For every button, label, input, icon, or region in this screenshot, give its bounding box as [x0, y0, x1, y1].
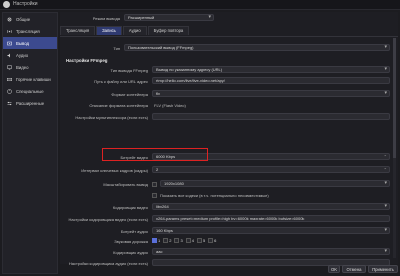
obs-logo-icon: [3, 1, 10, 8]
sidebar-item-general[interactable]: Общие: [3, 13, 57, 25]
show-all-codecs-label: Показать все кодеки (в т.ч. потенциально…: [160, 193, 269, 198]
tab-recording[interactable]: Запись: [96, 26, 122, 35]
keyboard-icon: [7, 77, 12, 81]
field-label: Описание формата контейнера: [89, 103, 148, 108]
file-path-url-input[interactable]: rtmp://hello.com/live/live-video.net/apy…: [152, 77, 390, 84]
audio-bitrate-select[interactable]: 160 Kbps: [152, 227, 390, 234]
sidebar-item-stream[interactable]: Трансляция: [3, 25, 57, 37]
audio-track-1[interactable]: 1: [152, 238, 160, 243]
video-encoder-select[interactable]: libx264: [152, 203, 390, 210]
field-label: Масштабировать вывод: [103, 182, 148, 187]
audio-track-2[interactable]: 2: [163, 238, 171, 243]
field-label: Настройки мультиплексора (если есть): [75, 115, 148, 120]
field-label: Формат контейнера: [111, 92, 148, 97]
sidebar-item-output[interactable]: Вывод: [3, 37, 57, 49]
output-mode-label: Режим вывода: [92, 16, 120, 21]
sidebar-item-label: Трансляция: [16, 28, 40, 34]
field-label: Звуковая дорожка: [114, 239, 148, 244]
sidebar-item-hotkeys[interactable]: Горячие клавиши: [3, 73, 57, 85]
sidebar-item-label: Расширенные: [16, 100, 45, 106]
sidebar-item-label: Аудио: [16, 52, 29, 58]
gear-icon: [7, 17, 12, 21]
keyframe-interval-spinbox[interactable]: 2: [152, 166, 390, 173]
field-label: Кодировщик аудио: [113, 250, 148, 255]
ffmpeg-output-type-select[interactable]: Вывод по указанному адресу (URL): [152, 66, 390, 73]
window-title: Настройки: [13, 1, 38, 7]
track-checkbox[interactable]: [208, 238, 214, 243]
muxer-settings-input[interactable]: [152, 113, 390, 120]
output-tabs: Трансляция Запись Аудио Буфер повтора: [60, 26, 190, 35]
keyframe-interval-highlight: [102, 148, 208, 161]
track-checkbox[interactable]: [185, 238, 191, 243]
tab-audio[interactable]: Аудио: [122, 26, 147, 35]
video-encoder-settings-input[interactable]: x264-params preset=medium profile=high b…: [152, 215, 390, 222]
field-label: Настройки кодировщика аудио (если есть): [68, 261, 148, 266]
audio-track-4[interactable]: 4: [185, 238, 194, 243]
rescale-resolution-select[interactable]: 1920x1080: [160, 180, 390, 187]
output-icon: [7, 41, 12, 45]
recording-type-select[interactable]: Пользовательский вывод (FFmpeg): [124, 44, 390, 51]
show-all-codecs-checkbox[interactable]: [152, 193, 157, 198]
track-checkbox[interactable]: [196, 238, 202, 243]
container-format-select[interactable]: flv: [152, 90, 390, 97]
tab-replay-buffer[interactable]: Буфер повтора: [147, 26, 190, 35]
field-label: Тип вывода FFmpeg: [110, 68, 148, 73]
title-bar: Настройки: [0, 0, 400, 10]
field-label: Кодировщик видео: [112, 205, 148, 210]
settings-sidebar: Общие Трансляция Вывод Аудио Видео Горяч…: [2, 12, 58, 274]
container-format-description: FLV (Flash Video): [154, 103, 186, 108]
audio-track-checkboxes: 1 2 3 4 5 6: [152, 238, 216, 243]
type-label: Тип: [113, 46, 120, 51]
sidebar-item-accessibility[interactable]: Специальные: [3, 85, 57, 97]
ok-button[interactable]: OK: [328, 265, 340, 273]
audio-track-6[interactable]: 6: [208, 238, 216, 243]
speaker-icon: [7, 53, 10, 57]
sidebar-item-label: Общие: [16, 16, 31, 22]
scrollbar-thumb[interactable]: [393, 38, 396, 158]
audio-encoder-select[interactable]: aac: [152, 248, 390, 255]
cancel-button[interactable]: Отмена: [342, 265, 366, 273]
sidebar-item-label: Специальные: [16, 88, 44, 94]
sidebar-item-label: Горячие клавиши: [16, 76, 51, 82]
output-settings-panel: Режим вывода Расширенный Трансляция Запи…: [60, 12, 398, 266]
field-label: Интервал ключевых кадров (кадры): [81, 168, 148, 173]
broadcast-icon: [7, 29, 12, 33]
audio-track-5[interactable]: 5: [196, 238, 205, 243]
track-checkbox[interactable]: [152, 238, 157, 243]
ffmpeg-section-title: Настройки FFmpeg: [66, 58, 108, 63]
sidebar-item-audio[interactable]: Аудио: [3, 49, 57, 61]
sidebar-item-label: Вывод: [16, 40, 29, 46]
apply-button[interactable]: Применить: [368, 265, 398, 273]
sidebar-item-video[interactable]: Видео: [3, 61, 57, 73]
advanced-icon: [7, 101, 12, 105]
sidebar-item-label: Видео: [16, 64, 29, 70]
audio-track-3[interactable]: 3: [174, 238, 183, 243]
rescale-output-checkbox[interactable]: [152, 182, 157, 187]
field-label: Путь к файлу или URL адрес: [94, 79, 148, 84]
track-checkbox[interactable]: [163, 238, 169, 243]
sidebar-item-advanced[interactable]: Расширенные: [3, 97, 57, 109]
tab-streaming[interactable]: Трансляция: [60, 26, 96, 35]
monitor-icon: [7, 65, 12, 69]
settings-window: Настройки Общие Трансляция Вывод Аудио В…: [0, 0, 400, 276]
field-label: Битрейт аудио: [120, 229, 148, 234]
field-label: Настройки кодировщика видео (если есть): [68, 217, 148, 222]
accessibility-icon: [7, 88, 12, 94]
output-mode-select[interactable]: Расширенный: [124, 14, 214, 21]
track-checkbox[interactable]: [174, 238, 180, 243]
vertical-scrollbar[interactable]: [393, 38, 396, 258]
